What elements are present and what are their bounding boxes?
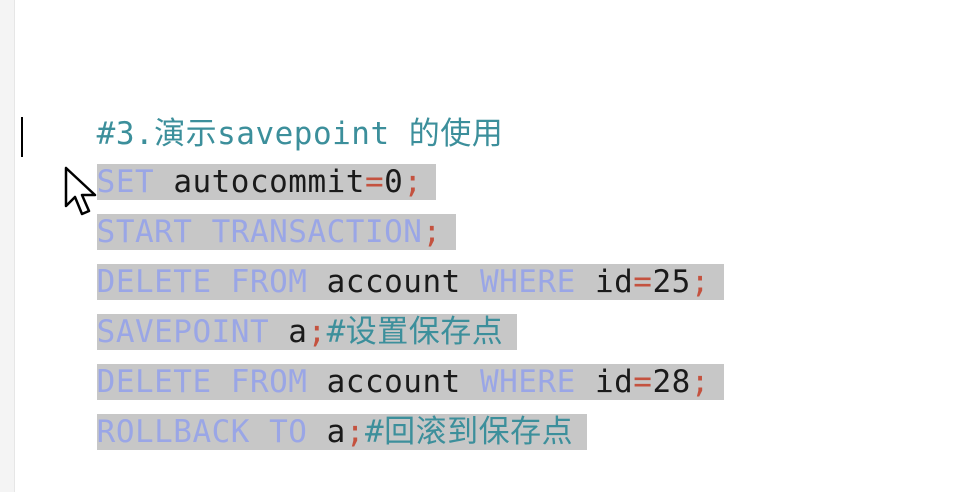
editor-gutter — [0, 0, 15, 492]
selection-highlight: ROLLBACK TO a;#回滚到保存点 — [96, 414, 588, 450]
code-line-4[interactable]: DELETE FROM account WHERE id=25; — [20, 216, 724, 300]
code-line-5[interactable]: SAVEPOINT a;#设置保存点 — [20, 266, 518, 350]
text-caret — [21, 117, 23, 157]
code-token: a — [307, 414, 346, 450]
code-token: = — [633, 364, 653, 400]
code-token: ; — [690, 364, 710, 400]
arrow-pointer-icon — [64, 166, 97, 216]
code-token: ; — [690, 264, 710, 300]
code-token: id — [575, 264, 634, 300]
code-line-1[interactable]: #3.演示savepoint 的使用 — [20, 68, 503, 152]
code-token: ; — [345, 414, 365, 450]
code-token: 28 — [652, 364, 691, 400]
code-token: 25 — [652, 264, 691, 300]
sql-editor[interactable]: #3.演示savepoint 的使用 SET autocommit=0; STA… — [0, 0, 964, 492]
code-line-2[interactable]: SET autocommit=0; — [20, 116, 437, 200]
code-line-6[interactable]: DELETE FROM account WHERE id=28; — [20, 316, 724, 400]
code-token: = — [633, 264, 653, 300]
code-line-7[interactable]: ROLLBACK TO a;#回滚到保存点 — [20, 366, 588, 450]
code-token: ROLLBACK TO — [96, 414, 308, 450]
code-token: #回滚到保存点 — [364, 414, 574, 450]
